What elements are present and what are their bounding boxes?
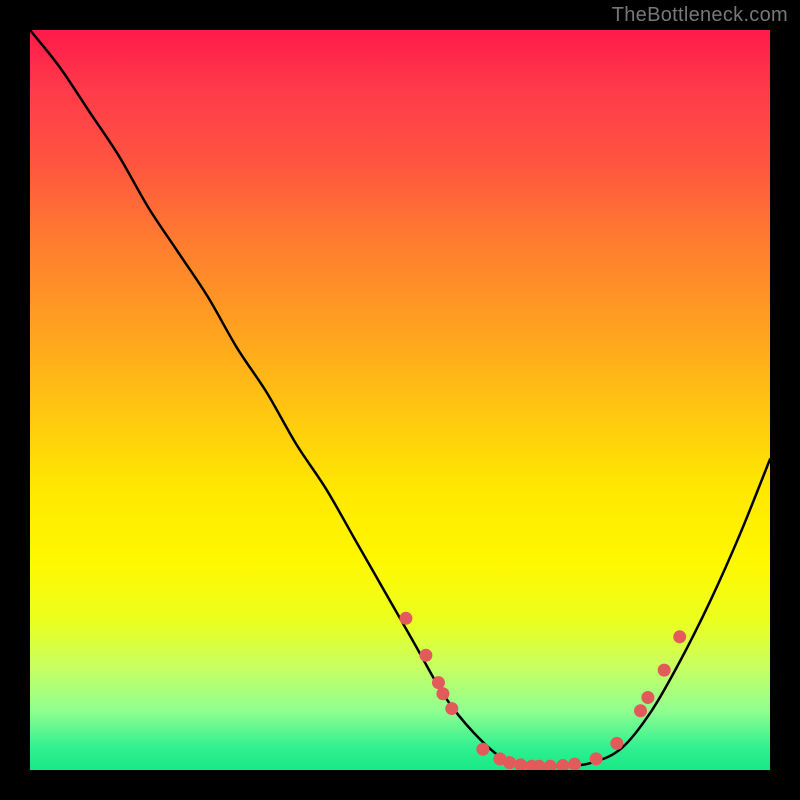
data-marker [476, 743, 489, 756]
data-marker [641, 691, 654, 704]
data-marker [445, 702, 458, 715]
data-marker [503, 756, 516, 769]
data-marker [514, 758, 527, 770]
data-marker [590, 752, 603, 765]
data-marker [556, 759, 569, 770]
data-marker [399, 612, 412, 625]
chart-svg [30, 30, 770, 770]
data-marker [610, 737, 623, 750]
watermark-text: TheBottleneck.com [612, 4, 788, 27]
data-marker [634, 704, 647, 717]
data-marker [436, 687, 449, 700]
data-marker [432, 676, 445, 689]
marker-group [399, 612, 686, 770]
data-marker [673, 630, 686, 643]
bottleneck-curve [30, 30, 770, 767]
data-marker [544, 760, 557, 770]
plot-area [30, 30, 770, 770]
data-marker [568, 758, 581, 770]
data-marker [419, 649, 432, 662]
data-marker [658, 664, 671, 677]
